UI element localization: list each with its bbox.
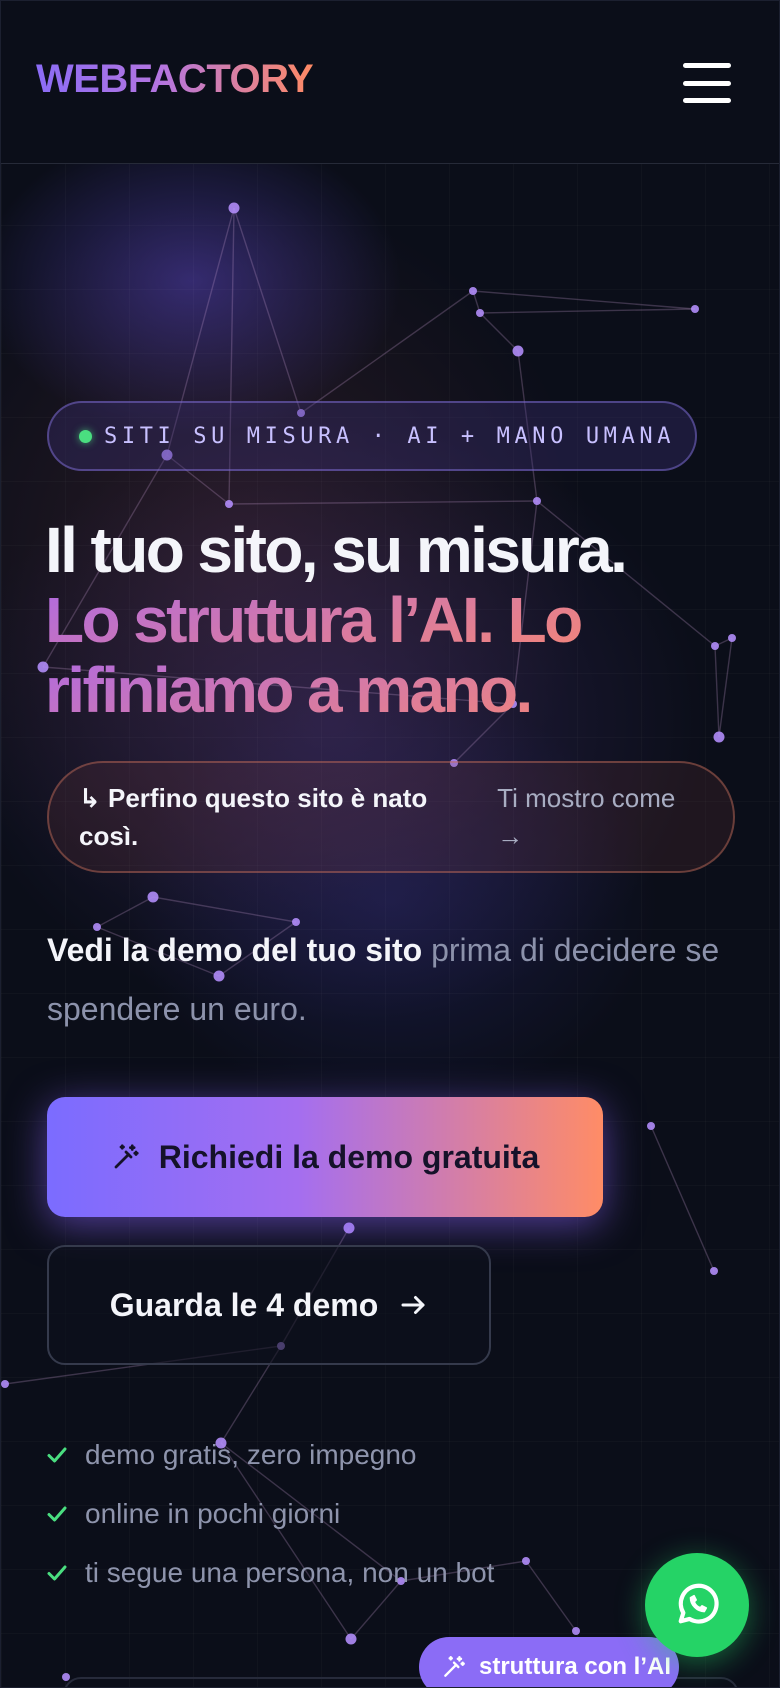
magic-wand-icon bbox=[111, 1142, 141, 1172]
request-demo-button[interactable]: Richiedi la demo gratuita bbox=[47, 1097, 603, 1217]
check-icon bbox=[45, 1443, 71, 1467]
site-header: WEBFACTORY bbox=[1, 1, 779, 164]
check-icon bbox=[45, 1561, 71, 1585]
magic-wand-icon bbox=[441, 1654, 467, 1680]
benefits-list: demo gratis, zero impegno online in poch… bbox=[45, 1425, 494, 1602]
hero-badge-label: SITI SU MISURA · AI + MANO UMANA bbox=[104, 423, 676, 449]
hero-headline: Il tuo sito, su misura. Lo struttura l’A… bbox=[45, 515, 745, 725]
benefit-item: online in pochi giorni bbox=[45, 1484, 494, 1543]
benefit-item: demo gratis, zero impegno bbox=[45, 1425, 494, 1484]
headline-line-1: Il tuo sito, su misura. bbox=[45, 514, 628, 586]
view-demos-label: Guarda le 4 demo bbox=[109, 1286, 379, 1323]
benefit-label: ti segue una persona, non un bot bbox=[85, 1556, 495, 1588]
status-dot bbox=[79, 429, 92, 443]
benefit-label: online in pochi giorni bbox=[85, 1497, 341, 1529]
headline-line-2: Lo struttura l’AI. Lo bbox=[45, 585, 745, 655]
benefit-label: demo gratis, zero impegno bbox=[85, 1438, 417, 1470]
arrow-right-icon bbox=[398, 1290, 428, 1320]
site-logo[interactable]: WEBFACTORY bbox=[36, 57, 314, 102]
whatsapp-icon[interactable] bbox=[645, 1553, 749, 1657]
show-how-link[interactable]: Ti mostro come → bbox=[497, 779, 703, 855]
headline-line-3: rifiniamo a mano. bbox=[45, 655, 745, 725]
request-demo-label: Richiedi la demo gratuita bbox=[158, 1138, 540, 1175]
note-text: ↳ Perfino questo sito è nato così. bbox=[79, 783, 428, 851]
hero-subtitle: Vedi la demo del tuo sito prima di decid… bbox=[47, 921, 747, 1039]
ai-structure-pill[interactable]: struttura con l’AI bbox=[419, 1637, 679, 1687]
ai-pill-label: struttura con l’AI bbox=[479, 1653, 672, 1680]
view-demos-button[interactable]: Guarda le 4 demo bbox=[47, 1245, 491, 1365]
made-with-ai-note[interactable]: ↳ Perfino questo sito è nato così. Ti mo… bbox=[47, 761, 735, 873]
page: WEBFACTORY SITI SU MISURA · AI + MANO UM… bbox=[0, 0, 780, 1688]
benefit-item: ti segue una persona, non un bot bbox=[45, 1543, 494, 1602]
check-icon bbox=[45, 1502, 71, 1526]
hamburger-menu-icon[interactable] bbox=[679, 59, 735, 107]
subtitle-emphasis: Vedi la demo del tuo sito bbox=[47, 932, 423, 968]
hero-badge: SITI SU MISURA · AI + MANO UMANA bbox=[47, 401, 697, 471]
